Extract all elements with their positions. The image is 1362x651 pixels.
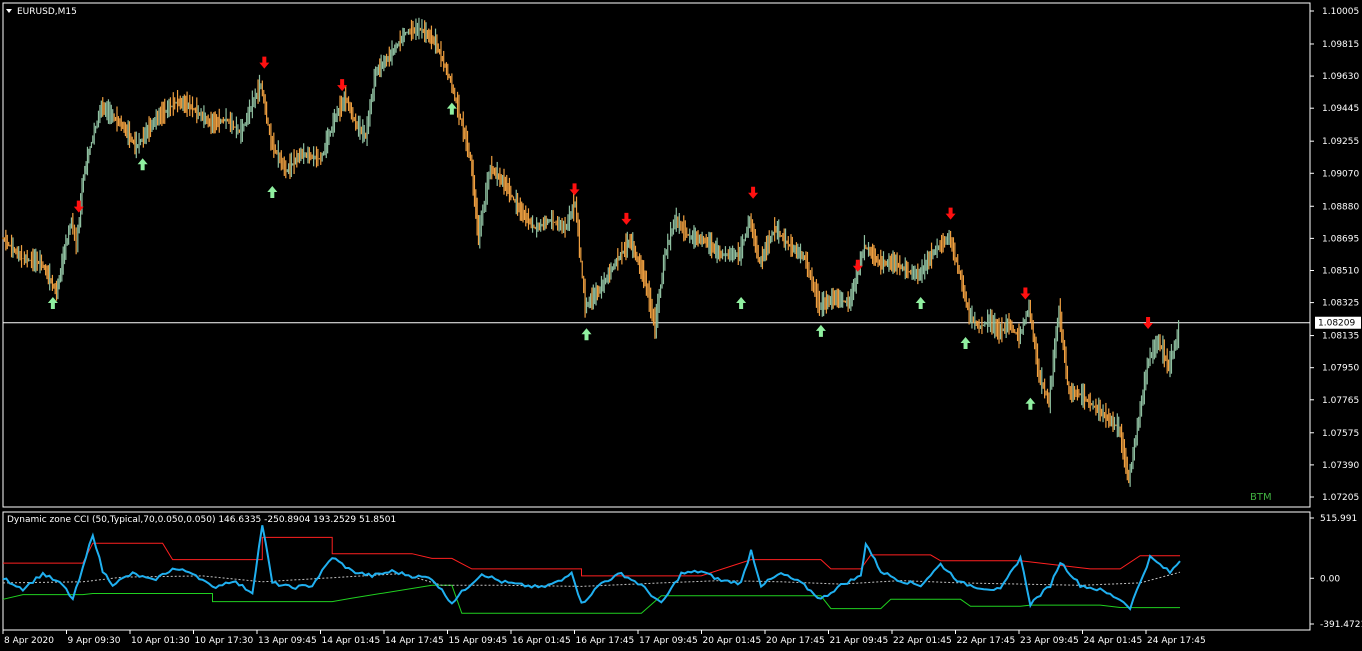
watermark-label: BTM bbox=[1250, 492, 1272, 503]
time-axis-label: 10 Apr 01:30 bbox=[131, 636, 190, 646]
price-axis-label: 1.07765 bbox=[1322, 396, 1359, 406]
time-axis-label: 13 Apr 09:45 bbox=[258, 636, 317, 646]
price-axis-label: 1.07950 bbox=[1322, 364, 1359, 374]
indicator-label: Dynamic zone CCI (50,Typical,70,0.050,0.… bbox=[7, 515, 396, 525]
symbol-header[interactable]: EURUSD,M15 bbox=[6, 7, 77, 17]
price-axis-label: 1.09630 bbox=[1322, 72, 1359, 82]
time-axis-label: 16 Apr 17:45 bbox=[576, 636, 635, 646]
time-axis-label: 17 Apr 09:45 bbox=[639, 636, 698, 646]
price-axis-label: 1.09255 bbox=[1322, 137, 1359, 147]
price-axis-label: 1.08325 bbox=[1322, 299, 1359, 309]
price-axis-label: 1.07575 bbox=[1322, 429, 1359, 439]
price-axis-label: 1.08880 bbox=[1322, 202, 1359, 212]
chart-background bbox=[0, 0, 1362, 651]
time-axis-label: 9 Apr 09:30 bbox=[68, 636, 121, 646]
time-axis-label: 20 Apr 01:45 bbox=[703, 636, 762, 646]
time-axis-label: 8 Apr 2020 bbox=[4, 636, 54, 646]
time-axis-label: 14 Apr 17:45 bbox=[385, 636, 444, 646]
time-axis-label: 24 Apr 17:45 bbox=[1147, 636, 1206, 646]
time-axis-label: 15 Apr 09:45 bbox=[449, 636, 508, 646]
price-axis-label: 1.07390 bbox=[1322, 461, 1359, 471]
chart-root: 1.10005 1.09815 1.09630 1.09445 1.09255 1.090… bbox=[0, 0, 1362, 651]
time-axis-label: 21 Apr 09:45 bbox=[830, 636, 889, 646]
price-axis-label: 1.08135 bbox=[1322, 332, 1359, 342]
price-axis-label: 1.09070 bbox=[1322, 169, 1359, 179]
cci-axis-label: 0.00 bbox=[1320, 574, 1340, 584]
price-axis-label: 1.09445 bbox=[1322, 104, 1359, 114]
time-axis-label: 22 Apr 17:45 bbox=[957, 636, 1016, 646]
price-axis-label: 1.08695 bbox=[1322, 234, 1359, 244]
cci-axis-label: -391.4721 bbox=[1320, 620, 1362, 630]
price-axis-label: 1.07205 bbox=[1322, 493, 1359, 503]
cci-axis-label: 515.991 bbox=[1320, 514, 1357, 524]
price-axis-label: 1.10005 bbox=[1322, 7, 1359, 17]
time-axis-label: 14 Apr 01:45 bbox=[322, 636, 381, 646]
price-axis-label: 1.09815 bbox=[1322, 40, 1359, 50]
symbol-label: EURUSD,M15 bbox=[17, 7, 77, 17]
time-axis-label: 22 Apr 01:45 bbox=[893, 636, 952, 646]
time-axis-label: 10 Apr 17:30 bbox=[195, 636, 254, 646]
time-axis-label: 20 Apr 17:45 bbox=[766, 636, 825, 646]
time-axis-label: 24 Apr 01:45 bbox=[1084, 636, 1143, 646]
time-axis-label: 23 Apr 09:45 bbox=[1020, 636, 1079, 646]
time-axis-label: 16 Apr 01:45 bbox=[512, 636, 571, 646]
price-axis-label: 1.08510 bbox=[1322, 266, 1359, 276]
current-price-label: 1.08209 bbox=[1318, 319, 1355, 329]
